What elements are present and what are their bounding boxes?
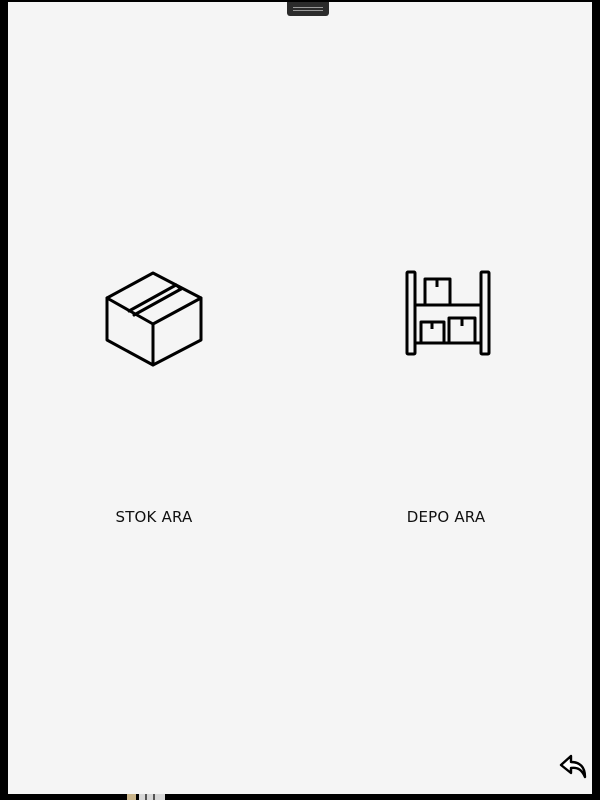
depot-search-label: DEPO ARA (406, 508, 486, 526)
taskbar-peek-segment (145, 794, 147, 800)
cardboard-box-icon (105, 271, 203, 367)
drag-handle-line (293, 10, 323, 11)
undo-arrow-icon (559, 754, 587, 779)
stock-search-label: STOK ARA (115, 508, 193, 526)
taskbar-peek-segment (153, 794, 155, 800)
warehouse-shelf-icon (405, 270, 491, 356)
app-window: STOK ARA DEPO ARA (8, 2, 592, 794)
stock-search-tile[interactable]: STOK ARA (34, 252, 274, 552)
drag-handle[interactable] (287, 2, 329, 16)
depot-search-tile[interactable]: DEPO ARA (326, 252, 566, 552)
taskbar-peek-segment (139, 794, 165, 800)
back-button[interactable] (559, 752, 589, 782)
drag-handle-icon (293, 7, 323, 8)
taskbar-peek-segment (127, 794, 136, 800)
taskbar-peek (127, 794, 167, 800)
